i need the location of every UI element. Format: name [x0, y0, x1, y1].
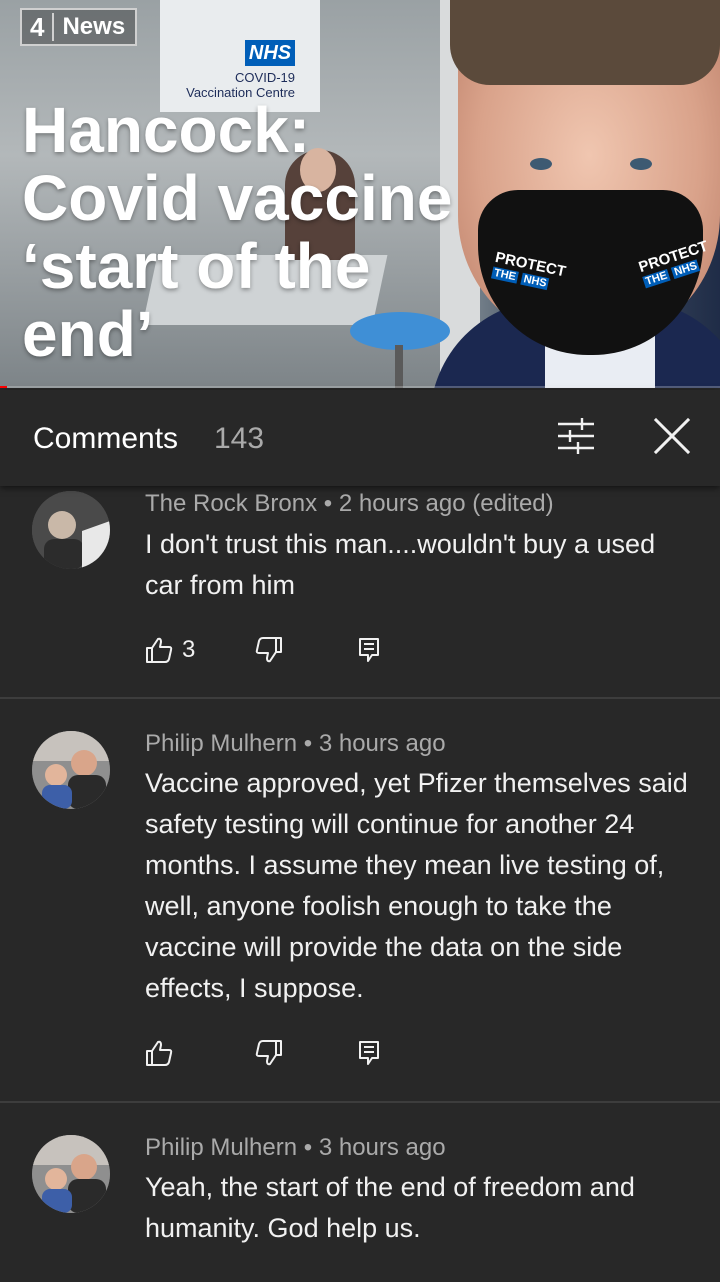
- comments-header: Comments 143: [0, 390, 720, 486]
- video-player[interactable]: NHS COVID-19 Vaccination Centre PROTECT …: [0, 0, 720, 388]
- comments-title: Comments: [33, 422, 179, 455]
- comment-meta: The Rock Bronx • 2 hours ago (edited): [145, 490, 554, 517]
- comment-item: The Rock Bronx • 2 hours ago (edited) I …: [0, 486, 720, 698]
- close-icon: [653, 417, 691, 455]
- comment-item: Philip Mulhern • 3 hours ago Vaccine app…: [0, 699, 720, 1101]
- comments-count: 143: [214, 422, 265, 455]
- avatar-image: [32, 731, 110, 809]
- thumbs-down-icon: [255, 1040, 282, 1066]
- like-count: 3: [182, 636, 196, 663]
- avatar-image: [32, 1135, 110, 1213]
- badge-divider: [52, 13, 55, 41]
- sort-button[interactable]: [552, 412, 600, 460]
- avatar[interactable]: [32, 491, 110, 569]
- dislike-button[interactable]: [254, 1035, 354, 1071]
- close-button[interactable]: [648, 412, 696, 460]
- comment-time: 3 hours ago: [318, 730, 446, 757]
- dislike-button[interactable]: [254, 632, 354, 668]
- comment-text: Yeah, the start of the end of freedom an…: [145, 1172, 635, 1243]
- comment-time: 2 hours ago (edited): [338, 490, 554, 517]
- nhs-logo: NHS: [245, 40, 295, 66]
- avatar[interactable]: [32, 1135, 110, 1213]
- video-headline: Hancock: Covid vaccine ‘start of the end…: [22, 94, 453, 370]
- channel-badge: 4 News: [20, 8, 138, 46]
- comment-list[interactable]: The Rock Bronx • 2 hours ago (edited) I …: [0, 486, 720, 1282]
- comment-author[interactable]: Philip Mulhern: [145, 730, 297, 757]
- avatar[interactable]: [32, 731, 110, 809]
- comment-meta: Philip Mulhern • 3 hours ago: [145, 1134, 446, 1161]
- comment-actions: [144, 1035, 384, 1071]
- reply-icon: [359, 1041, 379, 1065]
- channel-name: News: [62, 13, 126, 40]
- sign-line-1: COVID-19: [235, 70, 295, 85]
- thumbs-up-icon: [146, 1040, 173, 1066]
- comment-time: 3 hours ago: [318, 1134, 446, 1161]
- comment-text: I don't trust this man....wouldn't buy a…: [145, 529, 656, 600]
- comment-meta: Philip Mulhern • 3 hours ago: [145, 730, 446, 757]
- avatar-image: [32, 491, 110, 569]
- channel-number: 4: [30, 12, 45, 42]
- left-eye: [530, 158, 552, 170]
- video-progress-fill: [0, 386, 8, 388]
- thumbs-up-icon: [146, 637, 173, 663]
- sort-icon: [558, 418, 594, 454]
- video-progress-bar[interactable]: [0, 386, 720, 388]
- comment-text: Vaccine approved, yet Pfizer themselves …: [145, 768, 688, 1003]
- thumbs-down-icon: [255, 637, 282, 663]
- comment-author[interactable]: The Rock Bronx: [145, 490, 317, 517]
- like-button[interactable]: 3: [144, 632, 254, 668]
- man-hair: [450, 0, 720, 85]
- reply-button[interactable]: [354, 632, 384, 668]
- comment-author[interactable]: Philip Mulhern: [145, 1134, 297, 1161]
- reply-button[interactable]: [354, 1035, 384, 1071]
- comment-item: Philip Mulhern • 3 hours ago Yeah, the s…: [0, 1103, 720, 1282]
- right-eye: [630, 158, 652, 170]
- like-button[interactable]: [144, 1035, 254, 1071]
- reply-icon: [359, 638, 379, 662]
- comment-actions: 3: [144, 632, 384, 668]
